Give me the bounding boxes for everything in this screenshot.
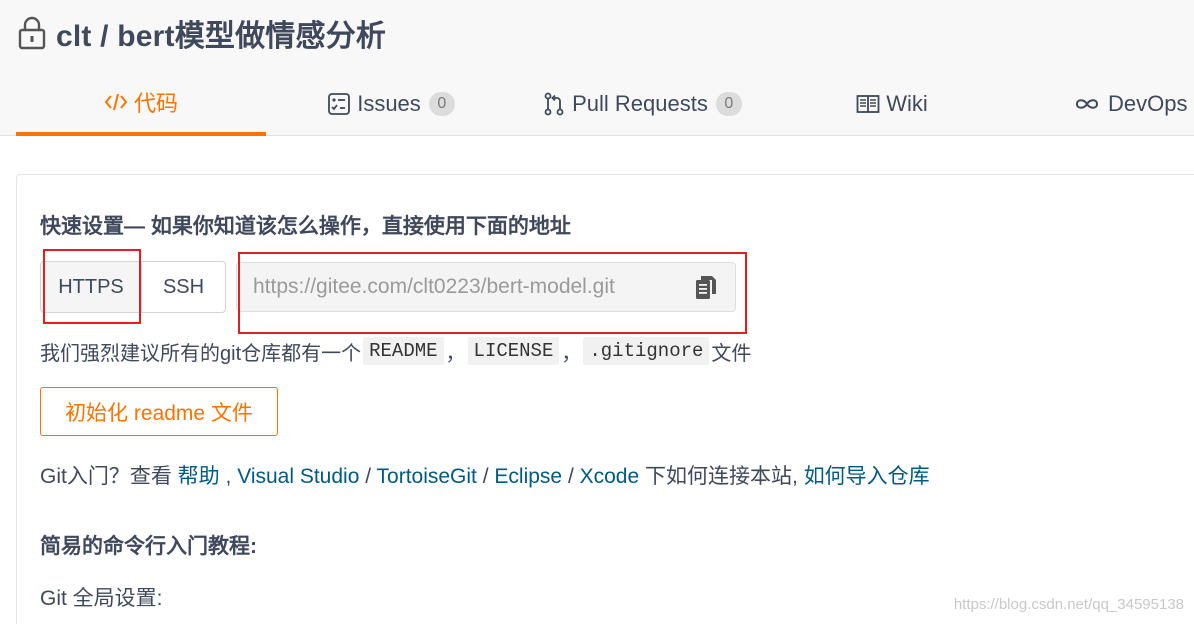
repo-title-bar: clt / bert模型做情感分析 [18, 12, 386, 54]
visual-studio-link[interactable]: Visual Studio [237, 465, 359, 488]
import-repo-link[interactable]: 如何导入仓库 [804, 465, 930, 488]
separator: ， [561, 342, 582, 365]
book-icon [856, 95, 880, 113]
separator: ， [445, 342, 466, 365]
pull-requests-count-badge: 0 [715, 92, 742, 116]
tab-issues-label: Issues [357, 91, 421, 116]
tab-issues[interactable]: Issues 0 [316, 72, 466, 136]
help-link[interactable]: 帮助 [178, 465, 220, 488]
pull-request-icon [544, 92, 564, 116]
tutorial-title: 简易的命令行入门教程: [40, 535, 257, 558]
tab-pull-requests[interactable]: Pull Requests 0 [532, 72, 752, 136]
readme-chip: README [363, 337, 444, 365]
https-highlight-box [43, 249, 141, 324]
xcode-link[interactable]: Xcode [580, 465, 640, 488]
repo-header: clt / bert模型做情感分析 代码 Issues 0 Pull Reque… [0, 0, 1194, 136]
git-global-settings-label: Git 全局设置: [40, 587, 163, 610]
recommend-prefix: 我们强烈建议所有的git仓库都有一个 [40, 342, 362, 365]
watermark: https://blog.csdn.net/qq_34595138 [953, 596, 1184, 613]
tab-code[interactable]: 代码 [16, 72, 266, 136]
code-icon [104, 93, 128, 111]
infinity-icon [1075, 99, 1099, 109]
recommend-text: 我们强烈建议所有的git仓库都有一个 README ， LICENSE ， .g… [40, 333, 751, 369]
issues-count-badge: 0 [428, 92, 455, 116]
gitignore-chip: .gitignore [583, 337, 710, 365]
init-readme-button[interactable]: 初始化 readme 文件 [40, 387, 278, 436]
guide-middle: 下如何连接本站, [639, 465, 804, 488]
ssh-button[interactable]: SSH [142, 261, 226, 313]
tab-devops-label: DevOps [1108, 91, 1188, 116]
repo-name[interactable]: clt / bert模型做情感分析 [56, 11, 386, 55]
tab-devops[interactable]: DevOps [1072, 72, 1194, 136]
guide-prefix: Git入门？查看 [40, 465, 178, 488]
git-guide-text: Git入门？查看 帮助 , Visual Studio / TortoiseGi… [40, 465, 930, 488]
tab-wiki[interactable]: Wiki [842, 72, 942, 136]
url-highlight-box [238, 252, 747, 334]
tab-pull-requests-label: Pull Requests [572, 91, 708, 116]
tab-wiki-label: Wiki [886, 91, 928, 116]
tortoisegit-link[interactable]: TortoiseGit [377, 465, 477, 488]
issues-icon [328, 93, 351, 115]
tab-code-label: 代码 [133, 91, 178, 116]
quick-setup-title: 快速设置— 如果你知道该怎么操作，直接使用下面的地址 [40, 215, 571, 238]
lock-icon [18, 16, 46, 50]
recommend-suffix: 文件 [711, 342, 752, 365]
repo-tabs: 代码 Issues 0 Pull Requests 0 Wiki DevOps [0, 72, 1194, 136]
eclipse-link[interactable]: Eclipse [494, 465, 562, 488]
license-chip: LICENSE [467, 337, 560, 365]
